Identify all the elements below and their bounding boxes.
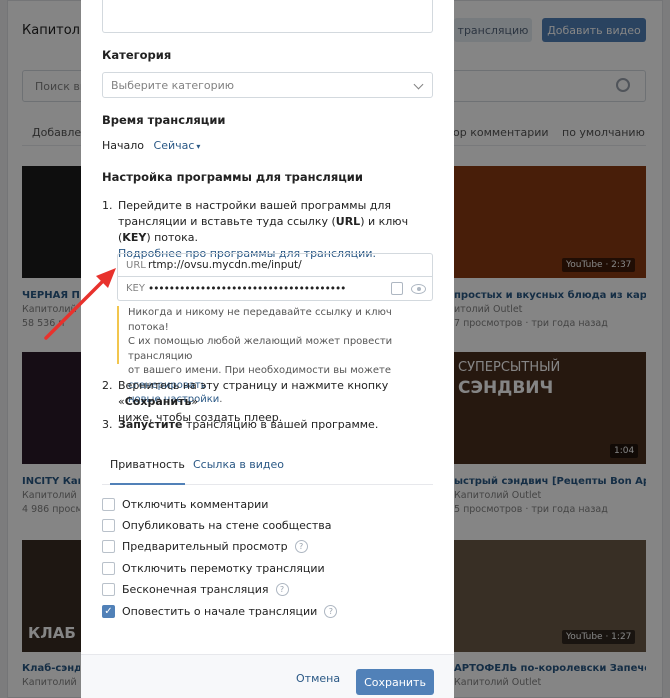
- option-checkbox-row[interactable]: ✓ Оповестить о начале трансляции?: [102, 603, 338, 619]
- step-text: трансляцию в вашей программе.: [182, 418, 379, 431]
- create-stream-modal: Категория Выберите категорию Время транс…: [81, 0, 454, 698]
- option-label: Бесконечная трансляция: [122, 583, 269, 597]
- checkbox-checked[interactable]: ✓: [102, 604, 115, 618]
- option-checkbox-row[interactable]: Опубликовать на стене сообщества: [102, 517, 332, 533]
- modal-footer: Отмена Сохранить: [81, 654, 454, 698]
- tab-privacy[interactable]: Приватность: [110, 458, 185, 485]
- step-3: 3. Запустите трансляцию в вашей программ…: [102, 417, 432, 433]
- checkbox[interactable]: [102, 518, 115, 532]
- category-select[interactable]: Выберите категорию: [102, 72, 433, 98]
- tab-video-link[interactable]: Ссылка в видео: [193, 458, 284, 471]
- checkbox[interactable]: [102, 540, 115, 554]
- warning-line: С их помощью любой желающий может провес…: [128, 336, 393, 362]
- help-icon[interactable]: ?: [294, 540, 308, 554]
- category-label: Категория: [102, 48, 172, 62]
- checkbox[interactable]: [102, 583, 115, 597]
- cancel-button[interactable]: Отмена: [296, 672, 340, 685]
- step-number: 2.: [102, 379, 113, 392]
- category-select-value: Выберите категорию: [111, 78, 235, 92]
- setup-label: Настройка программы для трансляции: [102, 170, 363, 184]
- step-text-bold: Запустите: [118, 418, 183, 431]
- url-field-value[interactable]: rtmp://ovsu.mycdn.me/input/: [148, 259, 432, 271]
- copy-icon[interactable]: [391, 282, 403, 295]
- option-label: Оповестить о начале трансляции: [122, 604, 318, 618]
- url-field[interactable]: URL rtmp://ovsu.mycdn.me/input/: [117, 253, 433, 277]
- description-textarea[interactable]: [102, 0, 433, 33]
- step-number: 1.: [102, 199, 113, 212]
- key-field[interactable]: KEY ••••••••••••••••••••••••••••••••••••…: [117, 277, 433, 301]
- arrow-shaft: [44, 280, 104, 340]
- help-icon[interactable]: ?: [275, 583, 289, 597]
- step-text: ) потока.: [146, 231, 199, 244]
- help-icon[interactable]: ?: [324, 604, 338, 618]
- step-text-bold: Сохранить: [124, 395, 192, 408]
- option-label: Отключить комментарии: [122, 497, 269, 511]
- red-arrow-annotation: [44, 268, 116, 340]
- time-label: Время трансляции: [102, 113, 226, 127]
- option-checkbox-row[interactable]: Бесконечная трансляция?: [102, 582, 289, 598]
- start-row: Начало Сейчас ▾: [102, 139, 200, 152]
- step-number: 3.: [102, 418, 113, 431]
- checkbox[interactable]: [102, 561, 115, 575]
- eye-icon[interactable]: [411, 283, 426, 294]
- key-field-value[interactable]: ••••••••••••••••••••••••••••••••••••••: [148, 283, 391, 295]
- eye-pupil: [416, 286, 421, 291]
- warning-line: Никогда и никому не передавайте ссылку и…: [128, 307, 392, 333]
- option-checkbox-row[interactable]: Отключить перемотку трансляции: [102, 560, 325, 576]
- option-checkbox-row[interactable]: Предварительный просмотр?: [102, 539, 308, 555]
- option-label: Предварительный просмотр: [122, 540, 288, 554]
- start-time-dropdown[interactable]: Сейчас ▾: [154, 139, 201, 152]
- option-label: Отключить перемотку трансляции: [122, 561, 325, 575]
- warning-text: от вашего имени. При необходимости вы мо…: [128, 365, 391, 376]
- chevron-down-icon: [413, 79, 424, 90]
- security-warning: Никогда и никому не передавайте ссылку и…: [117, 306, 433, 405]
- step-text-bold: KEY: [122, 231, 147, 244]
- chevron-down-icon: ▾: [196, 142, 201, 151]
- settings-tabs: Приватность Ссылка в видео: [102, 452, 433, 485]
- step-text: »: [191, 395, 199, 408]
- start-label: Начало: [102, 139, 145, 152]
- checkbox[interactable]: [102, 497, 115, 511]
- option-checkbox-row[interactable]: Отключить комментарии: [102, 496, 268, 512]
- option-label: Опубликовать на стене сообщества: [122, 518, 332, 532]
- start-time-value: Сейчас: [153, 139, 195, 152]
- step-text-bold: URL: [335, 215, 361, 228]
- save-button[interactable]: Сохранить: [356, 669, 434, 695]
